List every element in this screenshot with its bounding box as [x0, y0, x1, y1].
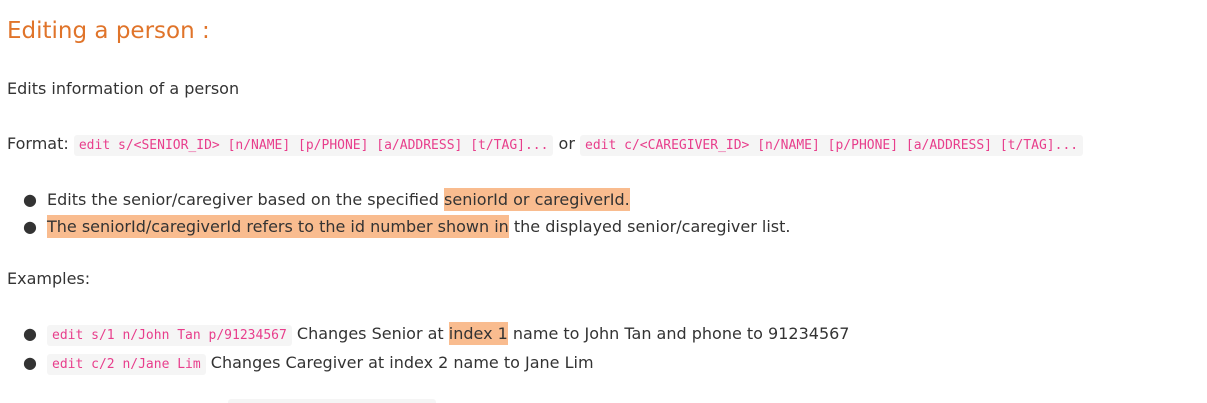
section-description: Edits information of a person [7, 79, 240, 98]
list-item: ● edit s/1 n/John Tan p/91234567 Changes … [7, 320, 849, 349]
list-item: ● The seniorId/caregiverId refers to the … [7, 213, 790, 240]
notes-list: ● Edits the senior/caregiver based on the… [7, 186, 790, 240]
format-command-senior: edit s/<SENIOR_ID> [n/NAME] [p/PHONE] [a… [73, 135, 554, 156]
examples-label: Examples: [7, 269, 91, 288]
format-separator: or [553, 134, 581, 153]
bullet-icon: ● [23, 190, 37, 209]
cut-off-code-block [228, 399, 436, 403]
format-label: Format: [7, 134, 74, 153]
format-command-caregiver: edit c/<CAREGIVER_ID> [n/NAME] [p/PHONE]… [580, 135, 1084, 156]
bullet-icon: ● [23, 217, 37, 236]
example-text: name to John Tan and phone to 91234567 [507, 324, 850, 343]
example-command: edit c/2 n/Jane Lim [47, 354, 206, 375]
bullet-icon: ● [23, 353, 37, 372]
list-item: ● Edits the senior/caregiver based on the… [7, 186, 790, 213]
example-command: edit s/1 n/John Tan p/91234567 [47, 325, 292, 346]
example-highlight: index 1 [448, 322, 508, 345]
note-text: the displayed senior/caregiver list. [508, 217, 791, 236]
note-highlight: The seniorId/caregiverId refers to the i… [47, 215, 509, 238]
note-highlight: seniorId or caregiverId. [444, 188, 630, 211]
list-item: ● edit c/2 n/Jane Lim Changes Caregiver a… [7, 349, 849, 378]
examples-list: ● edit s/1 n/John Tan p/91234567 Changes … [7, 320, 849, 378]
format-line: Format: edit s/<SENIOR_ID> [n/NAME] [p/P… [7, 133, 1084, 157]
example-text: Changes Senior at [291, 324, 449, 343]
bullet-icon: ● [23, 324, 37, 343]
note-text: Edits the senior/caregiver based on the … [47, 190, 445, 209]
example-text: Changes Caregiver at index 2 name to Jan… [205, 353, 594, 372]
section-heading: Editing a person : [7, 18, 210, 44]
